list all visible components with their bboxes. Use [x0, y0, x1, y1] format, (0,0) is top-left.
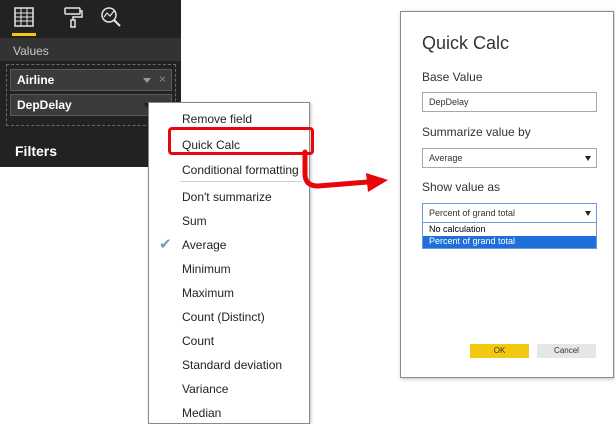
base-value-field[interactable]: DepDelay	[422, 92, 597, 112]
base-value-label: Base Value	[422, 70, 483, 84]
summarize-by-value: Average	[429, 153, 463, 163]
ok-button[interactable]: OK	[470, 344, 529, 358]
quick-calc-dialog: Quick Calc Base Value DepDelay Summarize…	[400, 11, 614, 378]
summarize-by-label: Summarize value by	[422, 125, 531, 139]
show-value-as-dropdown: No calculation Percent of grand total	[422, 223, 597, 249]
show-value-as-value: Percent of grand total	[429, 208, 516, 218]
chevron-down-icon[interactable]	[585, 156, 591, 161]
cancel-button[interactable]: Cancel	[537, 344, 596, 358]
chevron-down-icon[interactable]	[585, 211, 591, 216]
show-value-as-label: Show value as	[422, 180, 501, 194]
summarize-by-select[interactable]: Average	[422, 148, 597, 168]
show-value-as-select[interactable]: Percent of grand total	[422, 203, 597, 223]
option-no-calculation[interactable]: No calculation	[423, 224, 596, 236]
dialog-title: Quick Calc	[422, 33, 510, 53]
option-percent-of-grand-total[interactable]: Percent of grand total	[423, 236, 596, 248]
